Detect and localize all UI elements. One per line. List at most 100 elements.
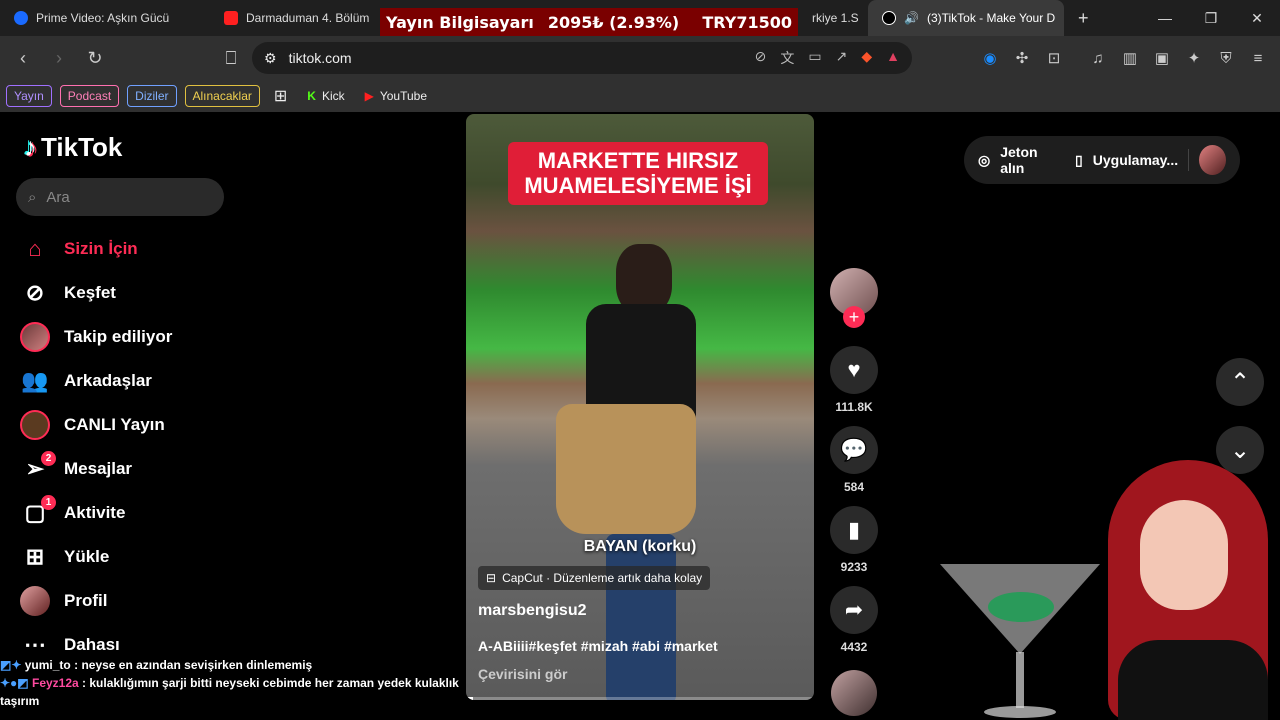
- tab-prime-video[interactable]: Prime Video: Aşkın Gücü: [0, 0, 210, 36]
- video-actions: + ♥ 111.8K 💬 584 ▮ 9233 ➦ 4432: [830, 268, 878, 716]
- creator-avatar[interactable]: +: [830, 268, 878, 328]
- like-button[interactable]: ♥: [830, 346, 878, 394]
- forward-icon[interactable]: ›: [44, 43, 74, 73]
- sidebar-icon[interactable]: ▥: [1116, 44, 1144, 72]
- video-player[interactable]: MARKETTE HIRSIZ MUAMELESİYEME İŞİ BAYAN …: [466, 114, 814, 700]
- cast-icon[interactable]: ▭: [808, 48, 821, 68]
- comment-count: 584: [843, 480, 865, 494]
- youtube-icon: ▶: [364, 89, 374, 103]
- profile-icon: [20, 586, 50, 616]
- user-avatar[interactable]: [1199, 145, 1226, 175]
- url-field[interactable]: ⚙ tiktok.com ⊘ 文 ▭ ↗ ◆ ▲: [252, 42, 912, 74]
- video-description: A-ABiiii#keşfet #mizah #abi #market: [478, 638, 718, 654]
- bookmark-kick[interactable]: K Kick: [301, 89, 350, 103]
- tab-darmaduman[interactable]: Darmaduman 4. Bölüm: [210, 0, 380, 36]
- share-icon[interactable]: ↗: [836, 48, 848, 68]
- sidebar-item-label: Dahası: [64, 635, 120, 654]
- capcut-banner[interactable]: ⊟ CapCut · Düzenleme artık daha kolay: [478, 566, 711, 590]
- reload-icon[interactable]: ↻: [80, 43, 110, 73]
- sidebar-item-label: CANLI Yayın: [64, 415, 165, 434]
- brave-rewards-icon[interactable]: ▲: [886, 48, 900, 68]
- sidebar-item-yukle[interactable]: ⊞ Yükle: [20, 535, 172, 579]
- music-disc-icon[interactable]: [831, 670, 877, 716]
- shazam-icon[interactable]: ◉: [976, 44, 1004, 72]
- sidebar-item-canli-yayin[interactable]: CANLI Yayın: [20, 403, 172, 447]
- vpn-icon[interactable]: ⛨: [1212, 44, 1240, 72]
- tab-trkiye[interactable]: rkiye 1.S: [798, 0, 868, 36]
- chat-message: ◩✦ yumi_to : neyse en azından sevişirken…: [0, 656, 460, 674]
- sidebar-item-label: Takip ediliyor: [64, 327, 173, 346]
- video-headline: MARKETTE HIRSIZ MUAMELESİYEME İŞİ: [508, 142, 768, 205]
- bookmark-youtube[interactable]: ▶ YouTube: [359, 89, 433, 103]
- sidebar-menu: ⌂ Sizin İçin ⊘ Keşfet Takip ediliyor 👥 A…: [20, 227, 172, 667]
- tiktok-logo[interactable]: ♪ TikTok: [24, 132, 122, 163]
- extensions-icon[interactable]: ✣: [1008, 44, 1036, 72]
- top-right-bar: ◎ Jeton alın ▯ Uygulamay...: [964, 136, 1240, 184]
- bookmark-folder-podcast[interactable]: Podcast: [59, 85, 120, 107]
- video-author[interactable]: marsbengisu2: [478, 602, 586, 620]
- sidebar-item-arkadaslar[interactable]: 👥 Arkadaşlar: [20, 359, 172, 403]
- tab-label: (3)TikTok - Make Your D: [926, 11, 1056, 25]
- back-icon[interactable]: ‹: [8, 43, 38, 73]
- save-count: 9233: [840, 560, 868, 574]
- bookmark-folder-yayin[interactable]: Yayın: [6, 85, 52, 107]
- youtube-icon: [224, 11, 238, 25]
- new-tab-button[interactable]: +: [1064, 0, 1103, 36]
- sidebar-item-kesfet[interactable]: ⊘ Keşfet: [20, 271, 172, 315]
- video-progress[interactable]: [466, 697, 814, 700]
- get-coins-button[interactable]: Jeton alın: [1000, 144, 1059, 176]
- sidebar-item-label: Aktivite: [64, 503, 126, 522]
- search-icon: ⌕: [28, 188, 37, 206]
- friends-icon: 👥: [21, 368, 49, 393]
- tab-label: Prime Video: Aşkın Gücü: [36, 11, 170, 25]
- brave-shield-icon[interactable]: ◆: [861, 48, 872, 68]
- tab-tiktok[interactable]: 🔊 (3)TikTok - Make Your D ✕: [868, 0, 1064, 36]
- following-avatar-icon: [20, 322, 50, 352]
- sidebar-item-aktivite[interactable]: ▢ 1 Aktivite: [20, 491, 172, 535]
- maximize-icon[interactable]: ❐: [1188, 0, 1234, 36]
- close-window-icon[interactable]: ✕: [1234, 0, 1280, 36]
- menu-icon[interactable]: ≡: [1244, 44, 1272, 72]
- divider: [1188, 149, 1189, 171]
- progress-fill: [466, 697, 473, 700]
- site-info-icon[interactable]: ⚙: [264, 50, 277, 67]
- character-body: [1118, 640, 1268, 720]
- sidebar-item-mesajlar[interactable]: ➢ 2 Mesajlar: [20, 447, 172, 491]
- translate-icon[interactable]: 文: [780, 48, 794, 68]
- previous-video-button[interactable]: ⌃: [1216, 358, 1264, 406]
- comment-button[interactable]: 💬: [830, 426, 878, 474]
- search-input[interactable]: ⌕ Ara: [16, 178, 224, 216]
- share-arrow-icon: ➦: [844, 597, 864, 622]
- music-icon[interactable]: ♫: [1084, 44, 1112, 72]
- sidebar-item-profil[interactable]: Profil: [20, 579, 172, 623]
- tiktok-note-icon: ♪: [24, 132, 37, 162]
- tab-label: Darmaduman 4. Bölüm: [246, 11, 370, 25]
- bookmark-label: YouTube: [379, 89, 428, 103]
- wallet-icon[interactable]: ▣: [1148, 44, 1176, 72]
- compass-icon: ⊘: [25, 280, 45, 305]
- sidebar-item-sizin-icin[interactable]: ⌂ Sizin İçin: [20, 227, 172, 271]
- apps-grid-icon[interactable]: ⊞: [268, 86, 293, 106]
- follow-plus-icon[interactable]: +: [843, 306, 865, 328]
- sidebar-item-takip-ediliyor[interactable]: Takip ediliyor: [20, 315, 172, 359]
- get-app-button[interactable]: Uygulamay...: [1093, 152, 1178, 168]
- bookmark-folder-diziler[interactable]: Diziler: [127, 85, 177, 107]
- save-button[interactable]: ▮: [830, 506, 878, 554]
- chat-username: yumi_to: [24, 658, 71, 672]
- bookmark-icon[interactable]: ⎕: [216, 43, 246, 73]
- share-button[interactable]: ➦: [830, 586, 878, 634]
- vtuber-character: [1088, 460, 1280, 720]
- translate-link[interactable]: Çevirisini gör: [478, 666, 567, 682]
- like-count: 111.8K: [835, 400, 873, 414]
- subject-legs: [606, 534, 676, 700]
- comment-icon: 💬: [840, 437, 868, 462]
- stream-ticker: Yayın Bilgisayarı 2095₺ (2.93%) TRY71500: [380, 8, 798, 36]
- screenshot-icon[interactable]: ⊡: [1040, 44, 1068, 72]
- leo-ai-icon[interactable]: ✦: [1180, 44, 1208, 72]
- chat-badge-icon: ✦●◩: [0, 676, 29, 690]
- bookmark-folder-alinacaklar[interactable]: Alınacaklar: [184, 85, 260, 107]
- no-tracking-icon[interactable]: ⊘: [755, 48, 767, 68]
- ticker-change: 2095₺ (2.93%): [547, 12, 680, 32]
- minimize-icon[interactable]: —: [1142, 0, 1188, 36]
- ticker-name: Yayın Bilgisayarı: [386, 12, 534, 32]
